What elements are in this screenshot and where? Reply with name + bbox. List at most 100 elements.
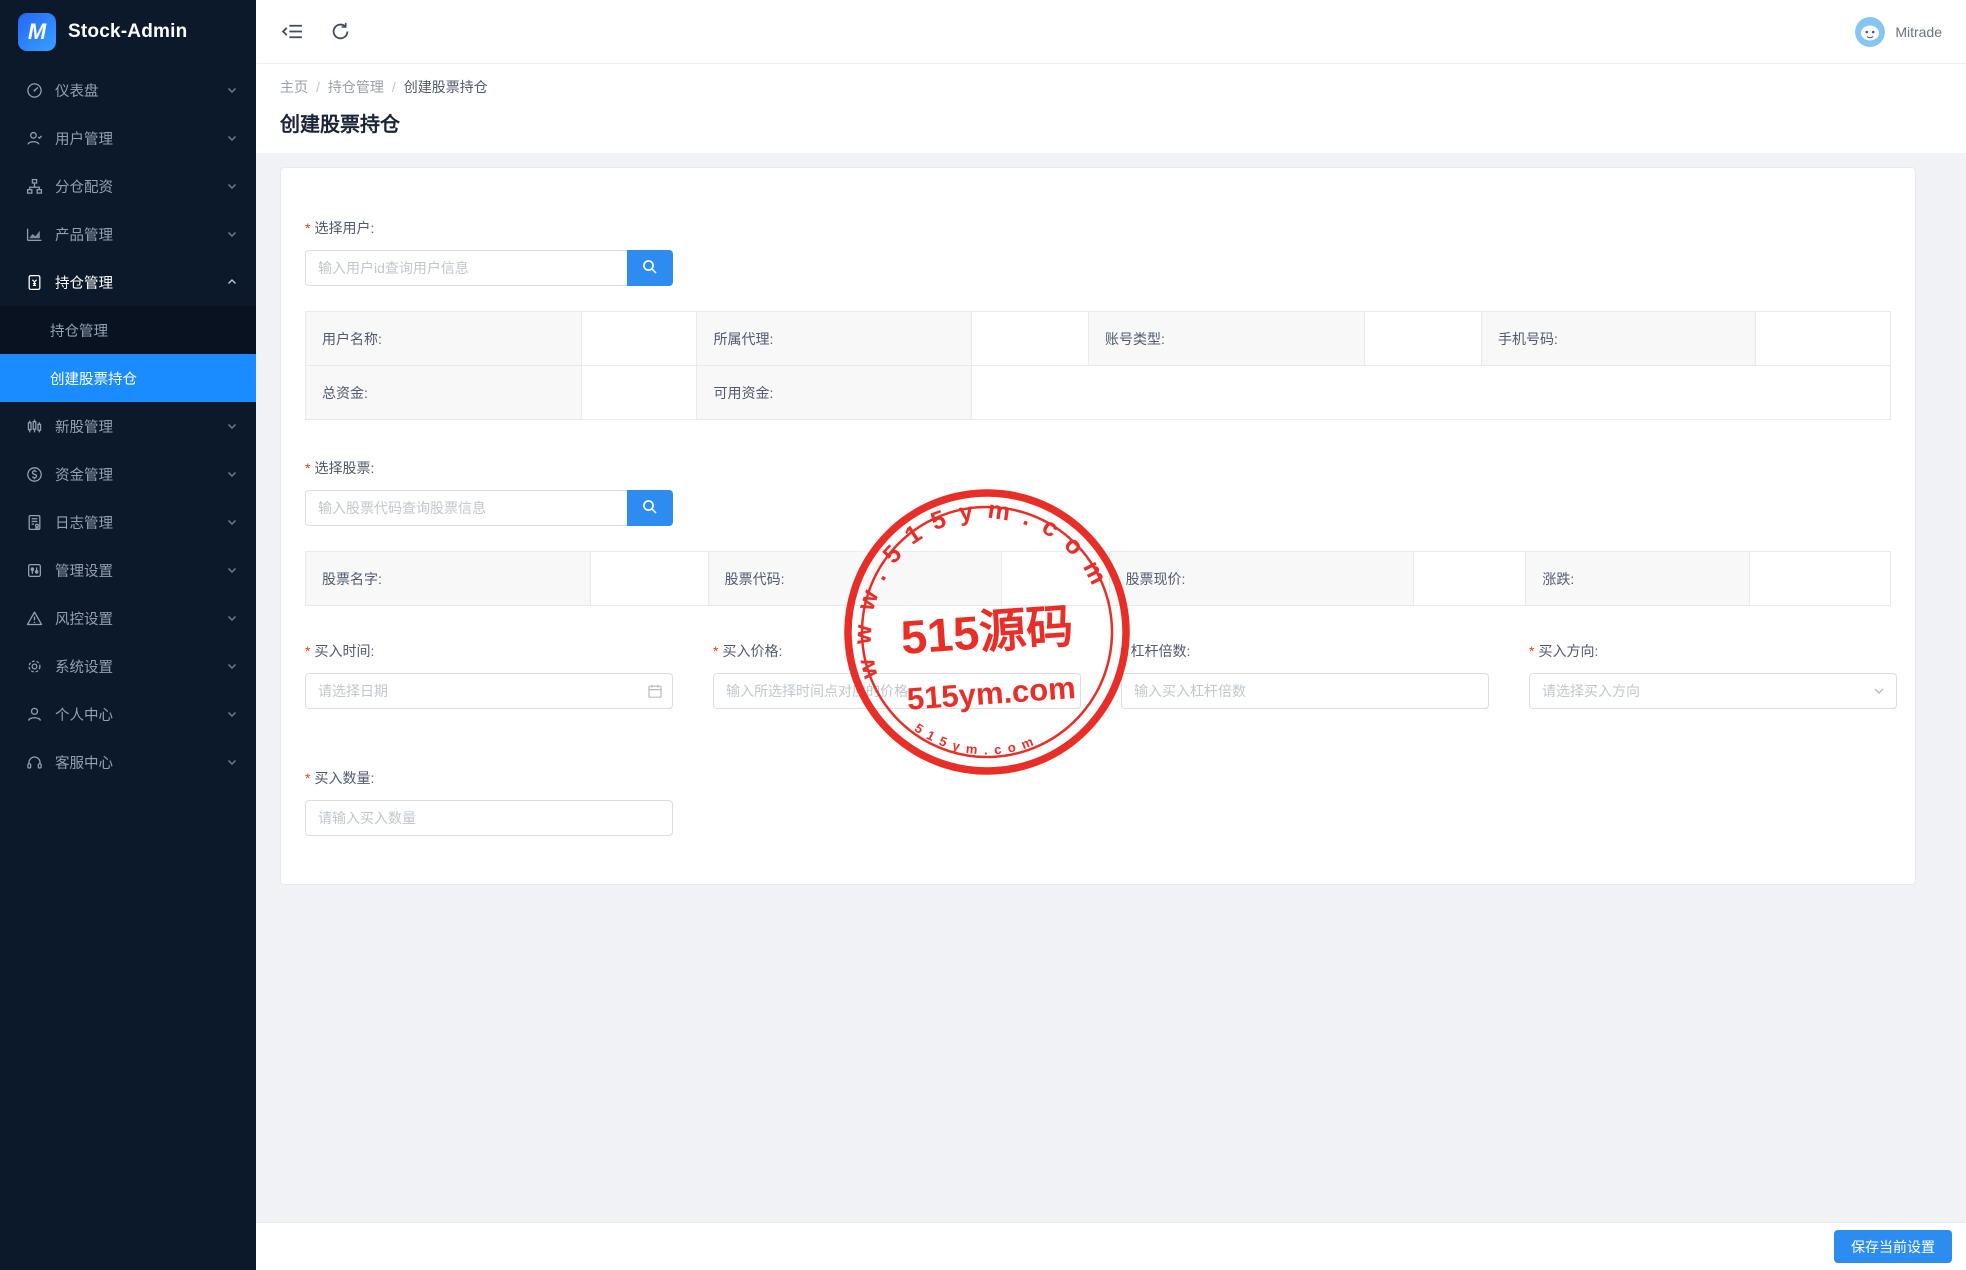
total-funds-label: 总资金: (306, 366, 582, 420)
user-info-table: 用户名称: 所属代理: 账号类型: 手机号码: 总资金: 可用资金: (305, 311, 1891, 420)
user-name-label: 用户名称: (306, 312, 582, 366)
warning-icon (26, 610, 43, 627)
direction-label: 买入方向: (1538, 643, 1598, 659)
stock-name-label: 股票名字: (306, 552, 591, 606)
buy-time-input[interactable] (305, 673, 673, 709)
dashboard-icon (26, 82, 43, 99)
stock-search-button[interactable] (627, 490, 673, 526)
collapse-menu-icon[interactable] (280, 20, 304, 44)
user-search-input[interactable] (305, 250, 627, 286)
user-name-value (581, 312, 697, 366)
person-icon (26, 706, 43, 723)
phone-value (1756, 312, 1891, 366)
table-row: 股票名字: 股票代码: 股票现价: 涨跌: (306, 552, 1891, 606)
user-search-row (305, 250, 1891, 286)
stock-info-table: 股票名字: 股票代码: 股票现价: 涨跌: (305, 551, 1891, 606)
breadcrumb-section[interactable]: 持仓管理 (328, 77, 384, 97)
user-manage-icon (26, 130, 43, 147)
footer-bar: 保存当前设置 (256, 1222, 1966, 1270)
sidebar-item-support-center[interactable]: 客服中心 (0, 738, 256, 786)
quantity-label: 买入数量: (314, 770, 374, 786)
leverage-field: *杠杆倍数: (1121, 641, 1489, 709)
save-settings-button[interactable]: 保存当前设置 (1834, 1230, 1952, 1263)
search-icon (641, 498, 659, 519)
sidebar-item-product-management[interactable]: 产品管理 (0, 210, 256, 258)
sidebar-item-allocation[interactable]: 分仓配资 (0, 162, 256, 210)
money-icon (26, 466, 43, 483)
stock-price-label: 股票现价: (1109, 552, 1413, 606)
sliders-icon (26, 562, 43, 579)
stock-search-row (305, 490, 1891, 526)
user-menu[interactable]: Mitrade (1855, 17, 1942, 47)
buy-time-label: 买入时间: (314, 643, 374, 659)
page-title: 创建股票持仓 (280, 108, 1942, 137)
position-submenu: 持仓管理 创建股票持仓 (0, 306, 256, 402)
page-header: 主页 / 持仓管理 / 创建股票持仓 创建股票持仓 (256, 64, 1966, 153)
topbar: Mitrade (256, 0, 1966, 64)
quantity-input[interactable] (305, 800, 673, 836)
stock-change-value (1749, 552, 1890, 606)
content-area: *选择用户: 用户 (256, 153, 1966, 1222)
sidebar-menu: 仪表盘 用户管理 分仓配资 产品管理 (0, 64, 256, 1270)
avatar (1855, 17, 1885, 47)
search-icon (641, 258, 659, 279)
app-title: Stock-Admin (68, 21, 187, 43)
sidebar-item-user-management[interactable]: 用户管理 (0, 114, 256, 162)
sidebar-item-position-management[interactable]: 持仓管理 (0, 258, 256, 306)
sidebar-item-profile-center[interactable]: 个人中心 (0, 690, 256, 738)
account-type-label: 账号类型: (1088, 312, 1364, 366)
chevron-down-icon (226, 180, 238, 192)
sidebar-item-system-settings[interactable]: 系统设置 (0, 642, 256, 690)
buy-price-input[interactable] (713, 673, 1081, 709)
stock-search-input[interactable] (305, 490, 627, 526)
total-funds-value (581, 366, 697, 420)
sidebar: M Stock-Admin 仪表盘 用户管理 分仓配资 (0, 0, 256, 1270)
breadcrumb-current: 创建股票持仓 (404, 77, 488, 97)
app-logo[interactable]: M Stock-Admin (0, 0, 256, 64)
table-row: 总资金: 可用资金: (306, 366, 1891, 420)
phone-label: 手机号码: (1482, 312, 1756, 366)
sidebar-item-log-management[interactable]: 日志管理 (0, 498, 256, 546)
sidebar-item-ipo-management[interactable]: 新股管理 (0, 402, 256, 450)
sidebar-item-dashboard[interactable]: 仪表盘 (0, 66, 256, 114)
direction-field: *买入方向: (1529, 641, 1897, 709)
sidebar-subitem-create-stock-position[interactable]: 创建股票持仓 (0, 354, 256, 402)
stock-change-label: 涨跌: (1526, 552, 1749, 606)
form-card: *选择用户: 用户 (280, 167, 1916, 885)
app-logo-icon: M (18, 13, 56, 51)
sidebar-item-funds-management[interactable]: 资金管理 (0, 450, 256, 498)
refresh-icon[interactable] (328, 20, 352, 44)
buy-price-field: *买入价格: (713, 641, 1081, 709)
chevron-up-icon (226, 276, 238, 288)
chevron-down-icon (226, 612, 238, 624)
agent-value (971, 312, 1088, 366)
chevron-down-icon (226, 564, 238, 576)
leverage-input[interactable] (1121, 673, 1489, 709)
position-icon (26, 274, 43, 291)
area-chart-icon (26, 226, 43, 243)
org-tree-icon (26, 178, 43, 195)
table-row: 用户名称: 所属代理: 账号类型: 手机号码: (306, 312, 1891, 366)
sidebar-subitem-position-management[interactable]: 持仓管理 (0, 306, 256, 354)
sidebar-item-risk-settings[interactable]: 风控设置 (0, 594, 256, 642)
chevron-down-icon (226, 228, 238, 240)
buy-fields-row: *买入时间: *买入价格: (305, 641, 1891, 709)
sidebar-item-admin-settings[interactable]: 管理设置 (0, 546, 256, 594)
stock-price-value (1413, 552, 1526, 606)
chevron-down-icon (226, 84, 238, 96)
chevron-down-icon (226, 516, 238, 528)
chevron-down-icon (226, 132, 238, 144)
chevron-down-icon (226, 708, 238, 720)
breadcrumb-home[interactable]: 主页 (280, 77, 308, 97)
main-area: Mitrade 主页 / 持仓管理 / 创建股票持仓 创建股票持仓 *选择用户: (256, 0, 1966, 1270)
username: Mitrade (1895, 24, 1942, 40)
chevron-down-icon (226, 468, 238, 480)
candlestick-icon (26, 418, 43, 435)
headset-icon (26, 754, 43, 771)
user-search-button[interactable] (627, 250, 673, 286)
agent-label: 所属代理: (697, 312, 971, 366)
available-funds-label: 可用资金: (697, 366, 971, 420)
direction-select[interactable] (1529, 673, 1897, 709)
stock-code-value (1001, 552, 1109, 606)
buy-time-field: *买入时间: (305, 641, 673, 709)
